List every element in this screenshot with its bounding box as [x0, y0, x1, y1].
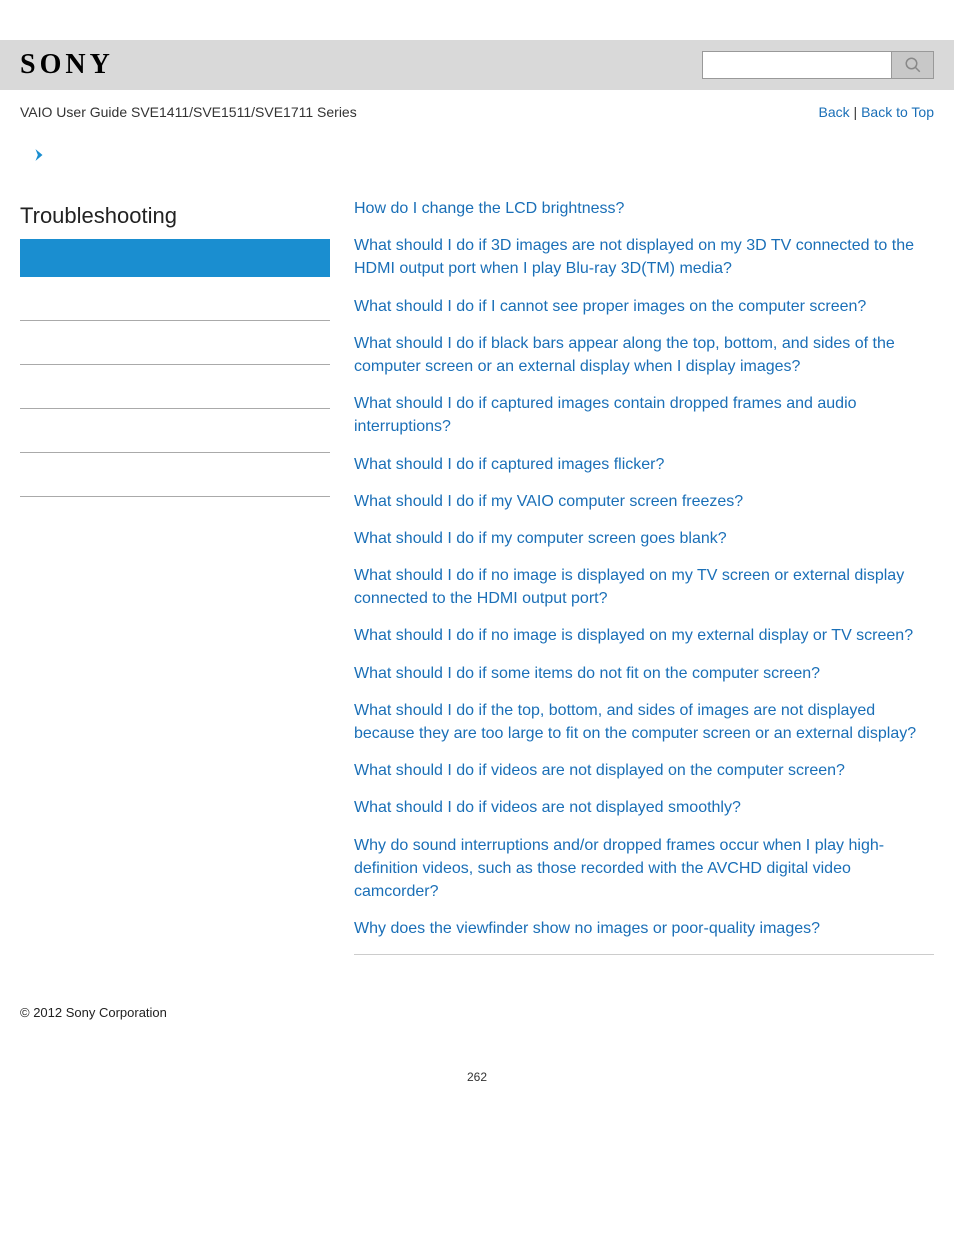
- sidebar: Troubleshooting: [20, 177, 330, 955]
- footer: © 2012 Sony Corporation: [0, 955, 954, 1040]
- nav-separator: |: [850, 104, 861, 120]
- question-link[interactable]: Why do sound interruptions and/or droppe…: [354, 834, 934, 904]
- sidebar-title: Troubleshooting: [20, 177, 330, 239]
- back-to-top-link[interactable]: Back to Top: [861, 104, 934, 120]
- question-link[interactable]: What should I do if my computer screen g…: [354, 527, 934, 550]
- sidebar-item[interactable]: [20, 409, 330, 453]
- search-input[interactable]: [702, 51, 892, 79]
- question-link[interactable]: How do I change the LCD brightness?: [354, 197, 934, 220]
- question-link[interactable]: What should I do if no image is displaye…: [354, 624, 934, 647]
- search-icon: [904, 56, 922, 74]
- breadcrumb-arrow-row: [0, 130, 954, 167]
- doc-title: VAIO User Guide SVE1411/SVE1511/SVE1711 …: [20, 104, 357, 120]
- question-link[interactable]: Why does the viewfinder show no images o…: [354, 917, 934, 940]
- copyright: © 2012 Sony Corporation: [20, 1005, 167, 1020]
- sidebar-item[interactable]: [20, 453, 330, 497]
- search-button[interactable]: [892, 51, 934, 79]
- question-link[interactable]: What should I do if the top, bottom, and…: [354, 699, 934, 745]
- main-content: How do I change the LCD brightness? What …: [330, 177, 934, 955]
- question-link[interactable]: What should I do if captured images flic…: [354, 453, 934, 476]
- header-bar: SONY: [0, 40, 954, 90]
- content-divider: [354, 954, 934, 955]
- question-link[interactable]: What should I do if my VAIO computer scr…: [354, 490, 934, 513]
- sidebar-item[interactable]: [20, 321, 330, 365]
- question-link[interactable]: What should I do if videos are not displ…: [354, 796, 934, 819]
- question-link[interactable]: What should I do if no image is displaye…: [354, 564, 934, 610]
- chevron-right-icon: [32, 148, 46, 162]
- question-link[interactable]: What should I do if captured images cont…: [354, 392, 934, 438]
- question-link[interactable]: What should I do if some items do not fi…: [354, 662, 934, 685]
- subheader: VAIO User Guide SVE1411/SVE1511/SVE1711 …: [0, 90, 954, 130]
- question-link[interactable]: What should I do if I cannot see proper …: [354, 295, 934, 318]
- page-number: 262: [0, 1040, 954, 1124]
- sidebar-item[interactable]: [20, 365, 330, 409]
- sony-logo: SONY: [20, 49, 114, 81]
- sidebar-item-active[interactable]: [20, 239, 330, 277]
- sidebar-item[interactable]: [20, 277, 330, 321]
- question-link[interactable]: What should I do if 3D images are not di…: [354, 234, 934, 280]
- question-link[interactable]: What should I do if black bars appear al…: [354, 332, 934, 378]
- content-wrap: Troubleshooting How do I change the LCD …: [0, 167, 954, 955]
- search-area: [702, 51, 934, 79]
- question-link[interactable]: What should I do if videos are not displ…: [354, 759, 934, 782]
- nav-links: Back | Back to Top: [819, 104, 934, 120]
- back-link[interactable]: Back: [819, 104, 850, 120]
